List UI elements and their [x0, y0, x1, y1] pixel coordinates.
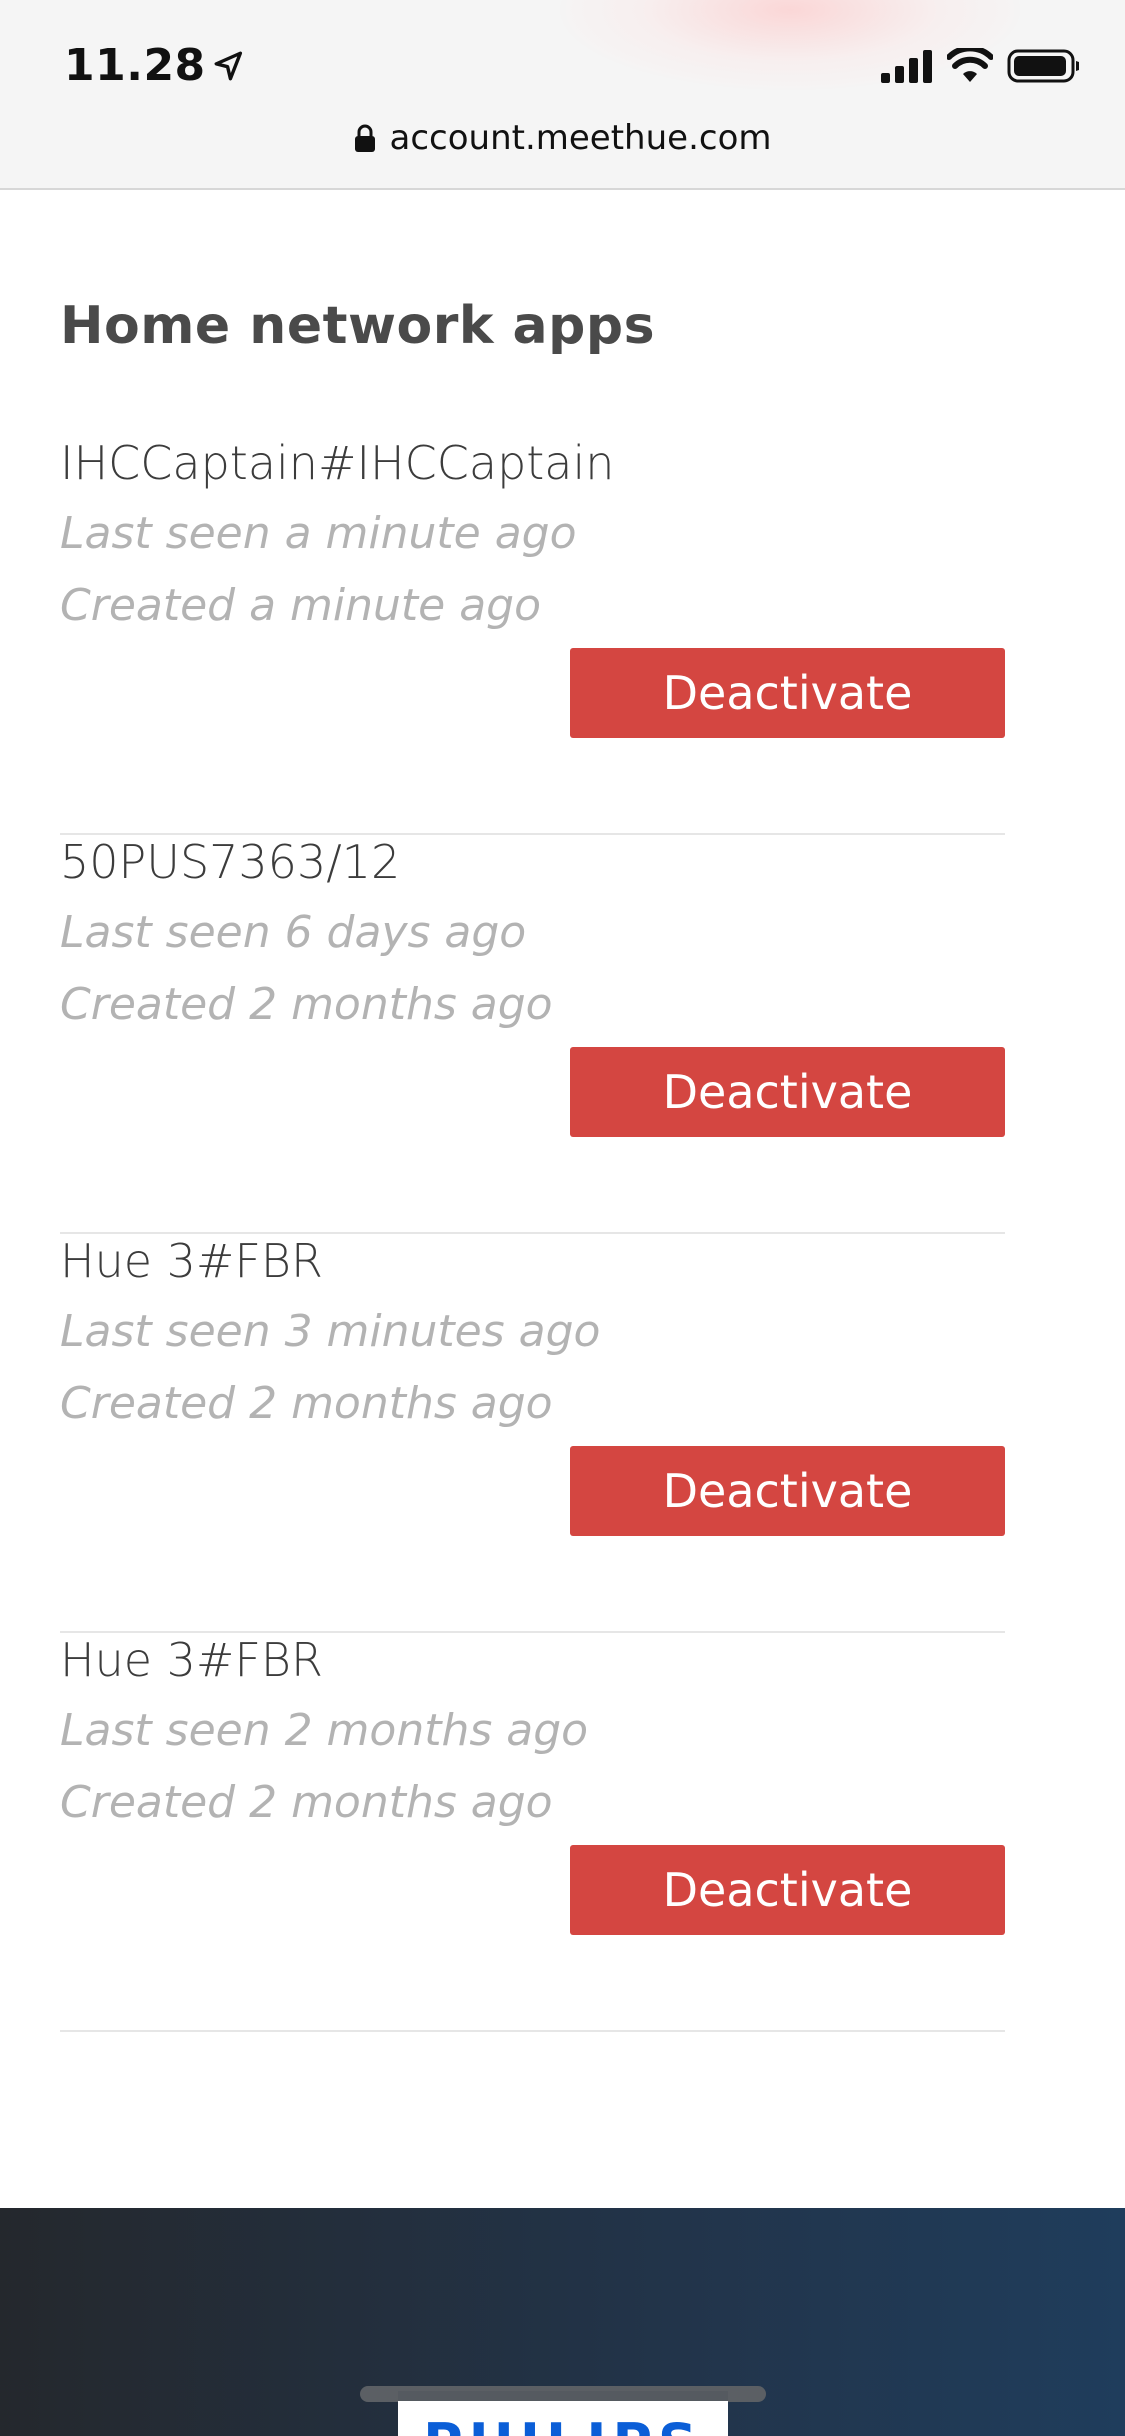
app-created: Created 2 months ago [60, 1777, 553, 1828]
app-last-seen: Last seen 6 days ago [60, 907, 527, 958]
url-text[interactable]: account.meethue.com [390, 118, 772, 158]
app-list-item: 50PUS7363/12 Last seen 6 days ago Create… [60, 835, 1005, 1234]
footer: PHILIPS [0, 2208, 1125, 2436]
deactivate-button[interactable]: Deactivate [570, 1047, 1005, 1137]
cellular-signal-icon [881, 49, 933, 87]
app-list-item: IHCCaptain#IHCCaptain Last seen a minute… [60, 436, 1005, 835]
address-bar[interactable]: account.meethue.com [0, 118, 1125, 158]
app-name: Hue 3#FBR [60, 1633, 324, 1687]
app-created: Created 2 months ago [60, 979, 553, 1030]
app-name: Hue 3#FBR [60, 1234, 324, 1288]
philips-logo: PHILIPS [398, 2391, 728, 2436]
location-arrow-icon [212, 49, 246, 83]
app-last-seen: Last seen a minute ago [60, 508, 577, 559]
deactivate-button[interactable]: Deactivate [570, 1446, 1005, 1536]
deactivate-button[interactable]: Deactivate [570, 648, 1005, 738]
app-last-seen: Last seen 3 minutes ago [60, 1306, 601, 1357]
deactivate-button[interactable]: Deactivate [570, 1845, 1005, 1935]
app-created: Created 2 months ago [60, 1378, 553, 1429]
wifi-icon [946, 45, 994, 88]
app-list-item: Hue 3#FBR Last seen 3 minutes ago Create… [60, 1234, 1005, 1633]
status-time: 11.28 [64, 40, 246, 91]
page-title: Home network apps [60, 296, 656, 356]
app-created: Created a minute ago [60, 580, 542, 631]
status-icons [881, 45, 1081, 88]
status-time-label: 11.28 [64, 40, 206, 91]
app-name: IHCCaptain#IHCCaptain [60, 436, 615, 490]
lock-icon [354, 123, 376, 153]
battery-icon [1007, 48, 1081, 88]
app-last-seen: Last seen 2 months ago [60, 1705, 589, 1756]
app-list-item: Hue 3#FBR Last seen 2 months ago Created… [60, 1633, 1005, 2032]
browser-chrome: 11.28 account.meethue.com [0, 0, 1125, 190]
app-name: 50PUS7363/12 [60, 835, 401, 889]
